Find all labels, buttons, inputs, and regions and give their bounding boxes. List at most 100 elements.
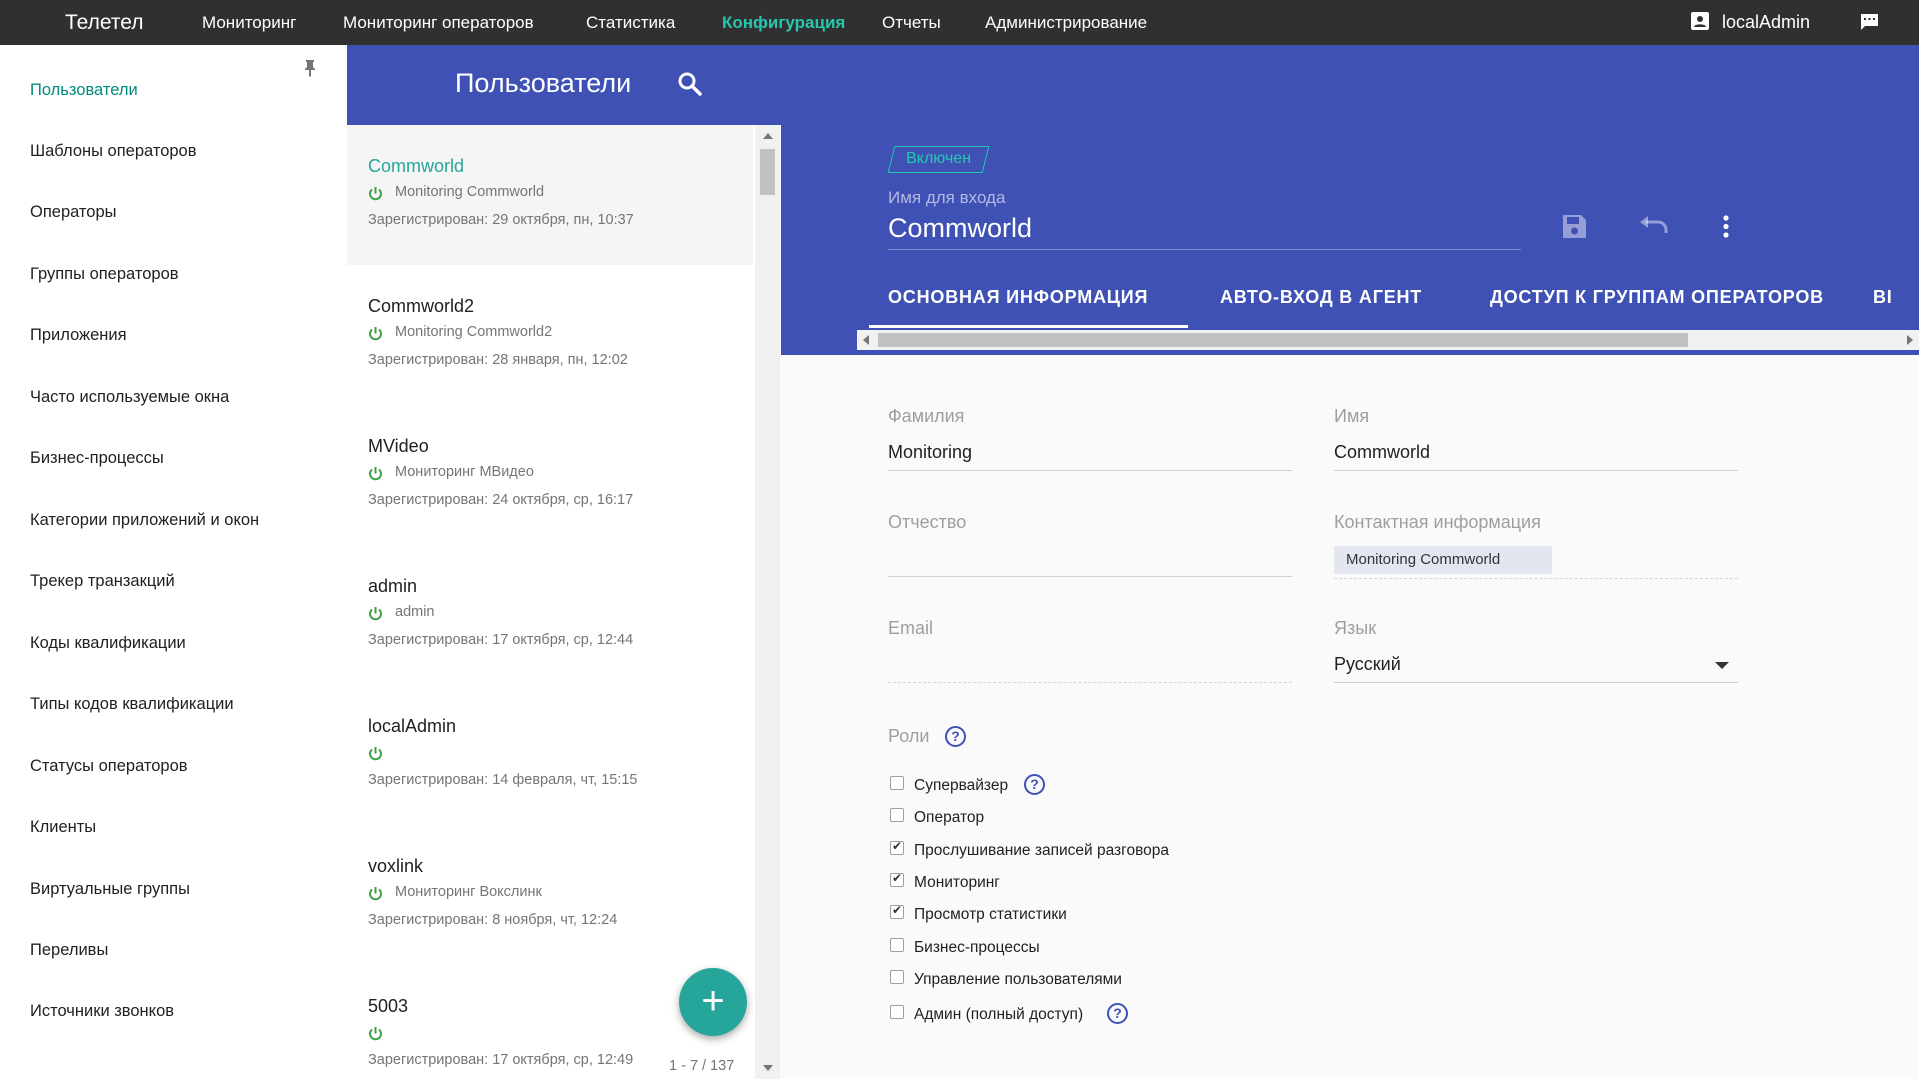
sidebar-item-operator-templates[interactable]: Шаблоны операторов <box>30 142 197 161</box>
sidebar-item-app-categories[interactable]: Категории приложений и окон <box>30 511 259 530</box>
role-admin-checkbox[interactable] <box>890 1005 904 1019</box>
role-statistics-label[interactable]: Просмотр статистики <box>914 906 1067 924</box>
email-label: Email <box>888 618 934 638</box>
pagination-info: 1 - 7 / 137 <box>669 1058 735 1074</box>
role-business-processes-checkbox[interactable] <box>890 938 904 952</box>
nav-administration[interactable]: Администрирование <box>985 13 1147 33</box>
language-select[interactable]: Русский <box>1334 654 1401 675</box>
tabs-scrollbar[interactable] <box>857 330 1919 350</box>
role-user-management-checkbox[interactable] <box>890 970 904 984</box>
admin-help-icon[interactable]: ? <box>1107 1003 1128 1024</box>
power-icon <box>369 747 382 761</box>
last-name-field[interactable]: Monitoring <box>888 442 972 463</box>
role-supervisor-checkbox[interactable] <box>890 776 904 790</box>
tabs-scroll-thumb[interactable] <box>878 333 1688 347</box>
role-operator-checkbox[interactable] <box>890 808 904 822</box>
list-scrollbar[interactable] <box>755 125 780 1079</box>
contact-info-underline <box>1334 578 1738 579</box>
plus-icon: + <box>701 979 725 1023</box>
first-name-field[interactable]: Commworld <box>1334 442 1430 463</box>
supervisor-help-icon[interactable]: ? <box>1024 774 1045 795</box>
chat-icon[interactable] <box>1860 13 1879 31</box>
role-call-recordings-label[interactable]: Прослушивание записей разговора <box>914 842 1169 860</box>
save-icon[interactable] <box>1561 213 1588 240</box>
add-user-button[interactable]: + <box>679 968 747 1036</box>
tab-main-info[interactable]: ОСНОВНАЯ ИНФОРМАЦИЯ <box>888 287 1148 308</box>
pin-icon[interactable] <box>302 59 318 77</box>
nav-configuration[interactable]: Конфигурация <box>722 13 845 33</box>
list-item[interactable]: Commworld2 Monitoring Commworld2 Зарегис… <box>347 265 753 405</box>
contact-info-chip[interactable]: Monitoring Commworld <box>1334 546 1552 574</box>
scroll-down-arrow-icon[interactable] <box>763 1065 773 1071</box>
nav-monitoring[interactable]: Мониторинг <box>202 13 296 33</box>
sidebar-item-applications[interactable]: Приложения <box>30 326 127 345</box>
sidebar-item-business-processes[interactable]: Бизнес-процессы <box>30 449 164 468</box>
sidebar-item-transaction-tracker[interactable]: Трекер транзакций <box>30 572 175 591</box>
tab-agent-autologin[interactable]: АВТО-ВХОД В АГЕНТ <box>1220 287 1422 308</box>
sidebar-item-call-sources[interactable]: Источники звонков <box>30 1002 174 1021</box>
power-icon <box>369 327 382 341</box>
dropdown-arrow-icon[interactable] <box>1715 662 1729 669</box>
sidebar-item-overflows[interactable]: Переливы <box>30 941 108 960</box>
nav-reports[interactable]: Отчеты <box>882 13 941 33</box>
language-label: Язык <box>1334 618 1377 638</box>
last-name-underline <box>888 470 1292 471</box>
roles-label: Роли <box>888 726 930 746</box>
tab-overflow[interactable]: ВІ <box>1873 287 1893 308</box>
nav-statistics[interactable]: Статистика <box>586 13 675 33</box>
nav-operator-monitoring[interactable]: Мониторинг операторов <box>343 13 534 33</box>
scroll-left-arrow-icon[interactable] <box>863 335 869 345</box>
sidebar-item-operator-statuses[interactable]: Статусы операторов <box>30 757 188 776</box>
sidebar-item-qualification-codes[interactable]: Коды квалификации <box>30 634 186 653</box>
role-admin-label[interactable]: Админ (полный доступ) <box>914 1006 1083 1024</box>
login-field[interactable]: Commworld <box>888 213 1032 244</box>
scroll-thumb[interactable] <box>760 149 775 195</box>
login-label: Имя для входа <box>888 188 1006 207</box>
brand-logo[interactable]: Телетел <box>65 11 143 35</box>
sidebar-item-qualification-code-types[interactable]: Типы кодов квалификации <box>30 695 234 714</box>
role-business-processes-label[interactable]: Бизнес-процессы <box>914 939 1040 957</box>
role-user-management-label[interactable]: Управление пользователями <box>914 971 1122 989</box>
power-icon <box>369 887 382 901</box>
middle-name-field[interactable] <box>888 548 1292 572</box>
sidebar-item-frequent-windows[interactable]: Часто используемые окна <box>30 388 229 407</box>
role-statistics-checkbox[interactable] <box>890 903 904 919</box>
email-underline <box>888 682 1292 683</box>
account-box-icon[interactable] <box>1691 12 1709 30</box>
list-item[interactable]: Commworld Monitoring Commworld Зарегистр… <box>347 125 753 265</box>
current-user-name[interactable]: localAdmin <box>1722 12 1810 33</box>
role-monitoring-label[interactable]: Мониторинг <box>914 874 1000 892</box>
list-header: Пользователи <box>347 45 1919 125</box>
list-item[interactable]: admin admin Зарегистрирован: 17 октября,… <box>347 545 753 685</box>
sidebar-item-operator-groups[interactable]: Группы операторов <box>30 265 179 284</box>
role-monitoring-checkbox[interactable] <box>890 871 904 887</box>
roles-help-icon[interactable]: ? <box>945 726 966 747</box>
first-name-underline <box>1334 470 1738 471</box>
status-badge[interactable]: Включен <box>887 146 990 173</box>
search-icon[interactable] <box>677 71 703 97</box>
user-name: Commworld <box>368 156 465 176</box>
more-vert-icon[interactable] <box>1721 213 1731 240</box>
role-operator-label[interactable]: Оператор <box>914 809 984 827</box>
power-icon <box>369 1027 382 1041</box>
email-field[interactable] <box>888 654 1292 678</box>
tab-operator-groups-access[interactable]: ДОСТУП К ГРУППАМ ОПЕРАТОРОВ <box>1490 287 1824 308</box>
list-item[interactable]: voxlink Мониторинг Вокслинк Зарегистриро… <box>347 825 753 965</box>
role-call-recordings-checkbox[interactable] <box>890 839 904 855</box>
sidebar-item-users[interactable]: Пользователи <box>30 81 138 100</box>
list-item[interactable]: localAdmin Зарегистрирован: 14 февраля, … <box>347 685 753 825</box>
scroll-up-arrow-icon[interactable] <box>763 133 773 139</box>
sidebar-item-virtual-groups[interactable]: Виртуальные группы <box>30 880 190 899</box>
top-nav-bar: Телетел Мониторинг Мониторинг операторов… <box>0 0 1919 45</box>
role-supervisor-label[interactable]: Супервайзер <box>914 777 1008 795</box>
user-name: 5003 <box>368 996 409 1016</box>
sidebar-item-clients[interactable]: Клиенты <box>30 818 96 837</box>
page-title: Пользователи <box>455 68 632 98</box>
scroll-right-arrow-icon[interactable] <box>1907 335 1913 345</box>
list-item[interactable]: MVideo Мониторинг МВидео Зарегистрирован… <box>347 405 753 545</box>
user-name: Commworld2 <box>368 296 475 316</box>
sidebar-item-operators[interactable]: Операторы <box>30 203 117 222</box>
last-name-label: Фамилия <box>888 406 965 426</box>
undo-icon[interactable] <box>1638 213 1670 240</box>
user-details-header: Включен Имя для входа Commworld ОСНОВНАЯ… <box>781 125 1919 355</box>
